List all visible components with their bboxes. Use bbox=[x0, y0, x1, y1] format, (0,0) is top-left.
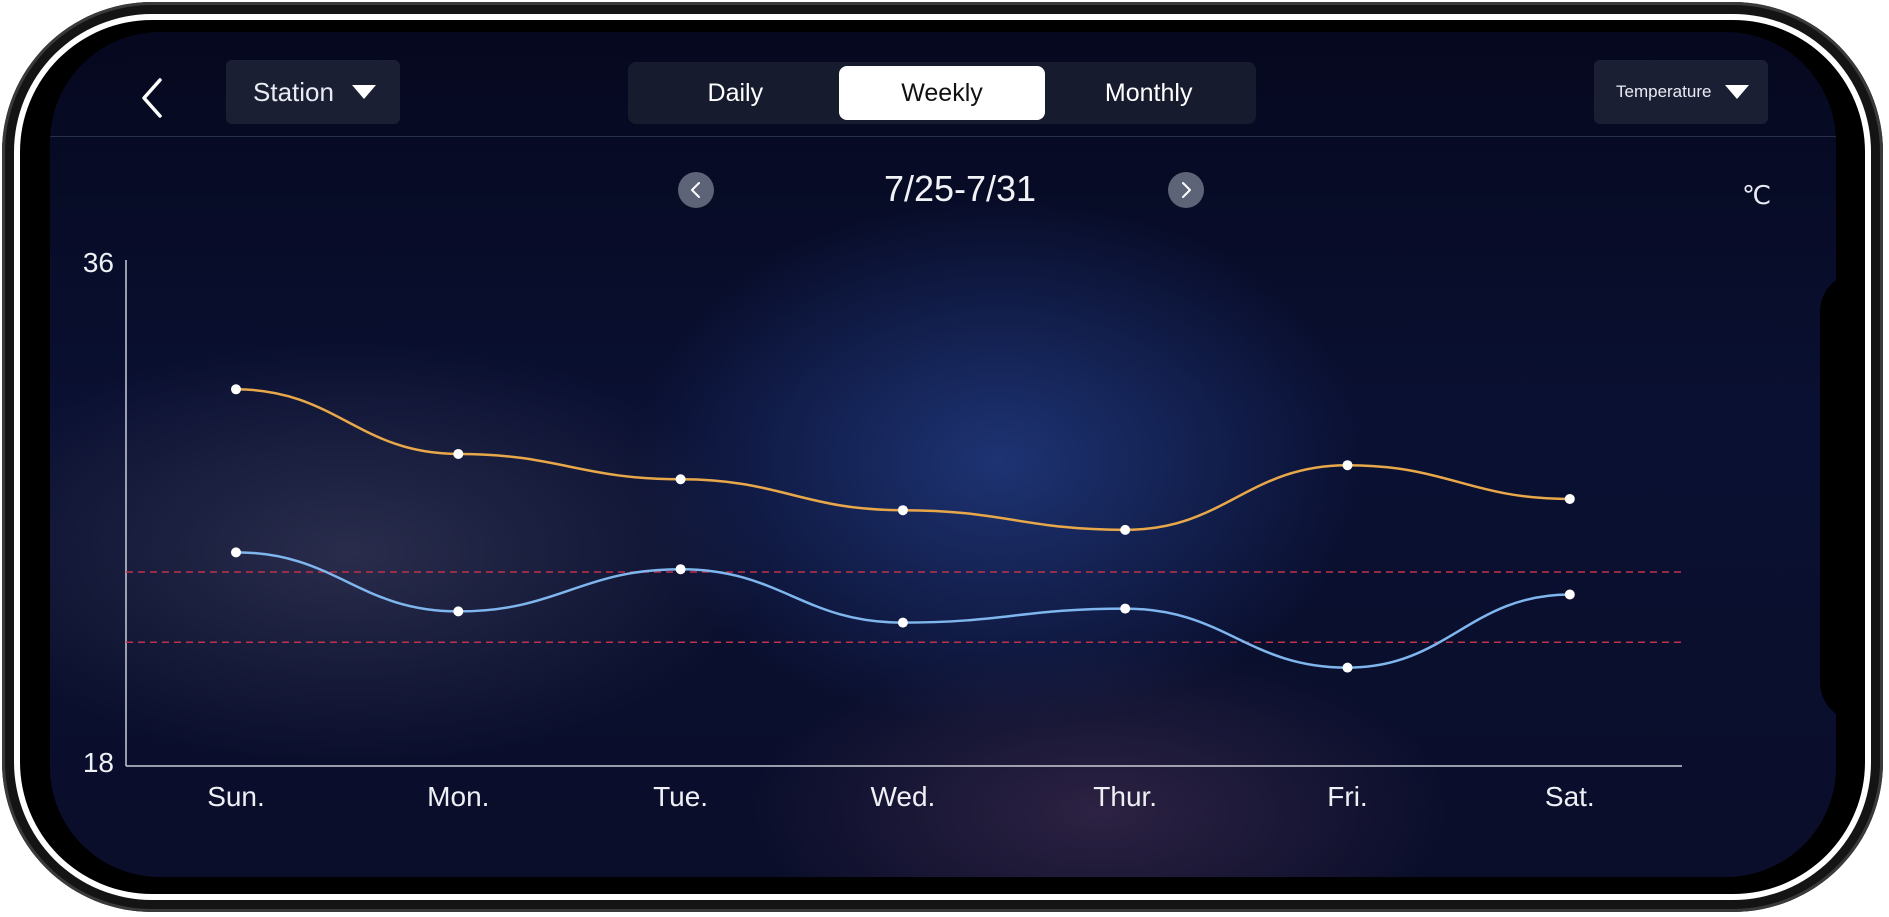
data-point-high bbox=[675, 474, 686, 485]
x-tick-label: Mon. bbox=[427, 781, 489, 812]
app-screen: Station Daily Weekly Monthly Temperature… bbox=[50, 32, 1836, 877]
data-point-low bbox=[1120, 603, 1131, 614]
x-tick-label: Tue. bbox=[653, 781, 708, 812]
x-tick-label: Sun. bbox=[207, 781, 265, 812]
data-point-low bbox=[453, 606, 464, 617]
data-point-high bbox=[1342, 460, 1353, 471]
x-tick-label: Sat. bbox=[1545, 781, 1595, 812]
x-tick-label: Thur. bbox=[1093, 781, 1157, 812]
side-notch bbox=[1820, 272, 1836, 722]
series-line-low bbox=[235, 551, 1570, 669]
data-point-high bbox=[1120, 524, 1131, 535]
phone-frame: Station Daily Weekly Monthly Temperature… bbox=[0, 0, 1889, 917]
data-point-high bbox=[1564, 493, 1575, 504]
data-point-low bbox=[1564, 589, 1575, 600]
x-tick-label: Fri. bbox=[1327, 781, 1367, 812]
data-point-high bbox=[453, 448, 464, 459]
x-tick-label: Wed. bbox=[870, 781, 935, 812]
data-point-high bbox=[897, 505, 908, 516]
y-tick-label-min: 18 bbox=[83, 747, 114, 778]
data-point-low bbox=[1342, 662, 1353, 673]
data-point-low bbox=[897, 617, 908, 628]
data-point-low bbox=[231, 547, 241, 558]
data-point-low bbox=[675, 564, 686, 575]
y-tick-label-max: 36 bbox=[83, 247, 114, 278]
data-point-high bbox=[231, 384, 241, 395]
temperature-line-chart: 36 18 Sun. Mon. Tue. Wed. Thur. Fri. Sat. bbox=[83, 247, 1682, 812]
